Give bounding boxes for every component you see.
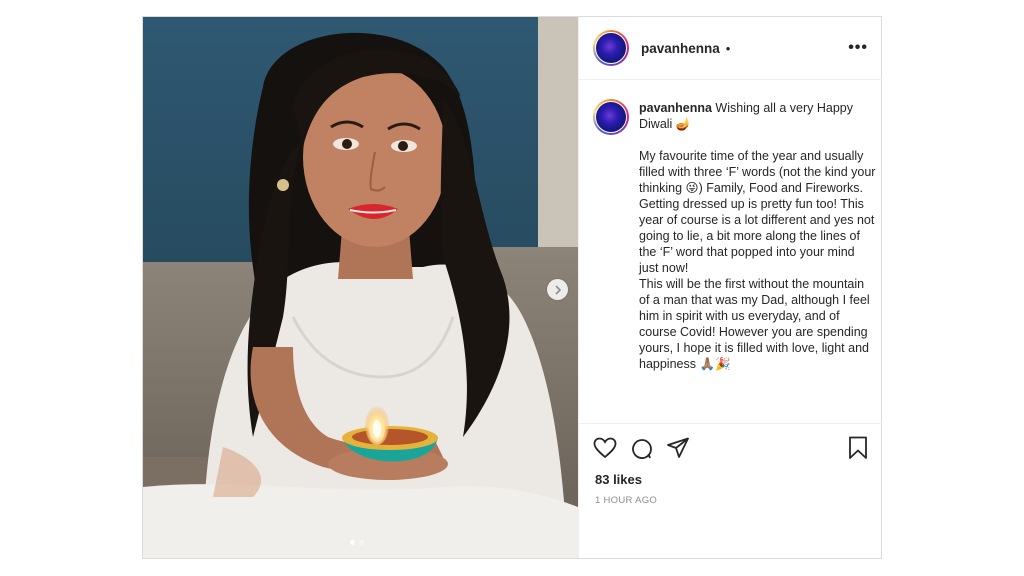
header-separator: • [725, 40, 731, 56]
caption-avatar[interactable] [593, 99, 629, 135]
post-details-panel: pavanhenna • ••• pavanhenna Wishing all … [578, 17, 882, 558]
bookmark-icon[interactable] [848, 436, 868, 465]
heart-icon[interactable] [593, 437, 617, 464]
caption-text: pavanhenna Wishing all a very Happy Diwa… [639, 100, 877, 372]
post-timestamp[interactable]: 1 HOUR AGO [595, 495, 657, 506]
carousel-indicator [350, 540, 364, 545]
carousel-dot [359, 540, 364, 545]
caption-paragraph-2: This will be the first without the mount… [639, 277, 870, 371]
instagram-post: pavanhenna • ••• pavanhenna Wishing all … [142, 16, 882, 559]
comment-icon[interactable] [630, 437, 654, 466]
likes-count[interactable]: 83 likes [595, 472, 642, 487]
header-username[interactable]: pavanhenna [641, 41, 720, 56]
share-icon[interactable] [666, 437, 690, 464]
chevron-right-icon [554, 284, 561, 295]
avatar[interactable] [593, 30, 629, 66]
post-photo[interactable] [143, 17, 578, 558]
more-options-icon[interactable]: ••• [848, 39, 868, 57]
caption-username[interactable]: pavanhenna [639, 101, 712, 115]
carousel-dot-active [350, 540, 355, 545]
post-header: pavanhenna • ••• [579, 17, 882, 80]
post-actions: 83 likes 1 HOUR AGO [579, 423, 882, 559]
caption-paragraph-1: My favourite time of the year and usuall… [639, 149, 876, 275]
carousel-next-button[interactable] [547, 279, 568, 300]
